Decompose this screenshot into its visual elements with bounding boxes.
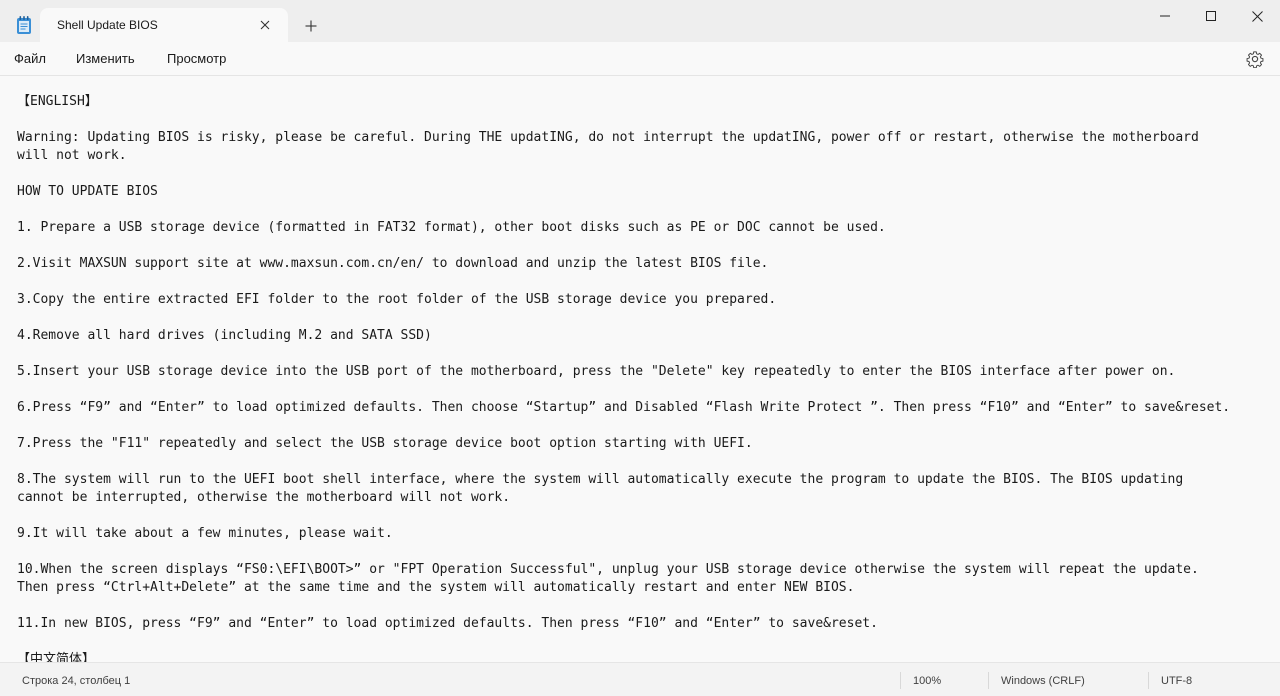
title-bar: Shell Update BIOS <box>0 0 1280 42</box>
text-line: 5.Insert your USB storage device into th… <box>17 364 1176 379</box>
text-line <box>17 273 1262 291</box>
text-line: 2.Visit MAXSUN support site at www.maxsu… <box>17 256 769 271</box>
text-line: 1. Prepare a USB storage device (formatt… <box>17 220 886 235</box>
status-divider <box>1148 672 1149 689</box>
text-line <box>17 165 1262 183</box>
close-window-icon[interactable] <box>1234 0 1280 32</box>
text-line: 4.Remove all hard drives (including M.2 … <box>17 328 432 343</box>
text-line <box>17 201 1262 219</box>
text-line <box>17 543 1262 561</box>
text-line: 【中文简体】 <box>17 652 96 662</box>
text-editor-area[interactable]: 【ENGLISH】 Warning: Updating BIOS is risky… <box>0 76 1280 662</box>
tab-shell-update-bios[interactable]: Shell Update BIOS <box>40 8 288 42</box>
new-tab-plus-icon[interactable] <box>300 15 322 37</box>
text-line: Warning: Updating BIOS is risky, please … <box>17 130 1199 145</box>
text-line <box>17 237 1262 255</box>
cursor-position: Строка 24, столбец 1 <box>22 675 131 687</box>
maximize-icon[interactable] <box>1188 0 1234 32</box>
zoom-level[interactable]: 100% <box>913 675 941 687</box>
text-line: 9.It will take about a few minutes, plea… <box>17 526 393 541</box>
text-line: 8.The system will run to the UEFI boot s… <box>17 472 1184 487</box>
notepad-app-icon <box>16 15 32 35</box>
text-line: Then press “Ctrl+Alt+Delete” at the same… <box>17 580 855 595</box>
settings-gear-icon[interactable] <box>1246 50 1264 69</box>
text-line: will not work. <box>17 148 127 163</box>
text-line: 10.When the screen displays “FS0:\EFI\BO… <box>17 562 1199 577</box>
text-line <box>17 111 1262 129</box>
tab-close-icon[interactable] <box>256 16 274 34</box>
menu-edit[interactable]: Изменить <box>76 51 135 66</box>
minimize-icon[interactable] <box>1142 0 1188 32</box>
text-line: HOW TO UPDATE BIOS <box>17 184 158 199</box>
text-line: 11.In new BIOS, press “F9” and “Enter” t… <box>17 616 878 631</box>
text-line <box>17 417 1262 435</box>
text-line <box>17 453 1262 471</box>
notepad-window: Shell Update BIOS Файл Изменить Просмотр… <box>0 0 1280 696</box>
encoding[interactable]: UTF-8 <box>1161 675 1192 687</box>
text-line <box>17 633 1262 651</box>
text-line: 7.Press the "F11" repeatedly and select … <box>17 436 753 451</box>
menu-file[interactable]: Файл <box>14 51 46 66</box>
document-text: 【ENGLISH】 Warning: Updating BIOS is risky… <box>17 93 1262 662</box>
text-line <box>17 309 1262 327</box>
status-divider <box>988 672 989 689</box>
menu-bar: Файл Изменить Просмотр <box>0 42 1280 76</box>
text-line: 3.Copy the entire extracted EFI folder t… <box>17 292 777 307</box>
status-bar: Строка 24, столбец 1 100% Windows (CRLF)… <box>0 662 1280 696</box>
text-line: 【ENGLISH】 <box>17 94 98 109</box>
text-line <box>17 381 1262 399</box>
text-line: cannot be interrupted, otherwise the mot… <box>17 490 511 505</box>
status-divider <box>900 672 901 689</box>
text-line: 6.Press “F9” and “Enter” to load optimiz… <box>17 400 1231 415</box>
text-line <box>17 597 1262 615</box>
line-endings[interactable]: Windows (CRLF) <box>1001 675 1085 687</box>
menu-view[interactable]: Просмотр <box>167 51 226 66</box>
text-line <box>17 345 1262 363</box>
text-line <box>17 507 1262 525</box>
tab-title: Shell Update BIOS <box>57 18 158 32</box>
